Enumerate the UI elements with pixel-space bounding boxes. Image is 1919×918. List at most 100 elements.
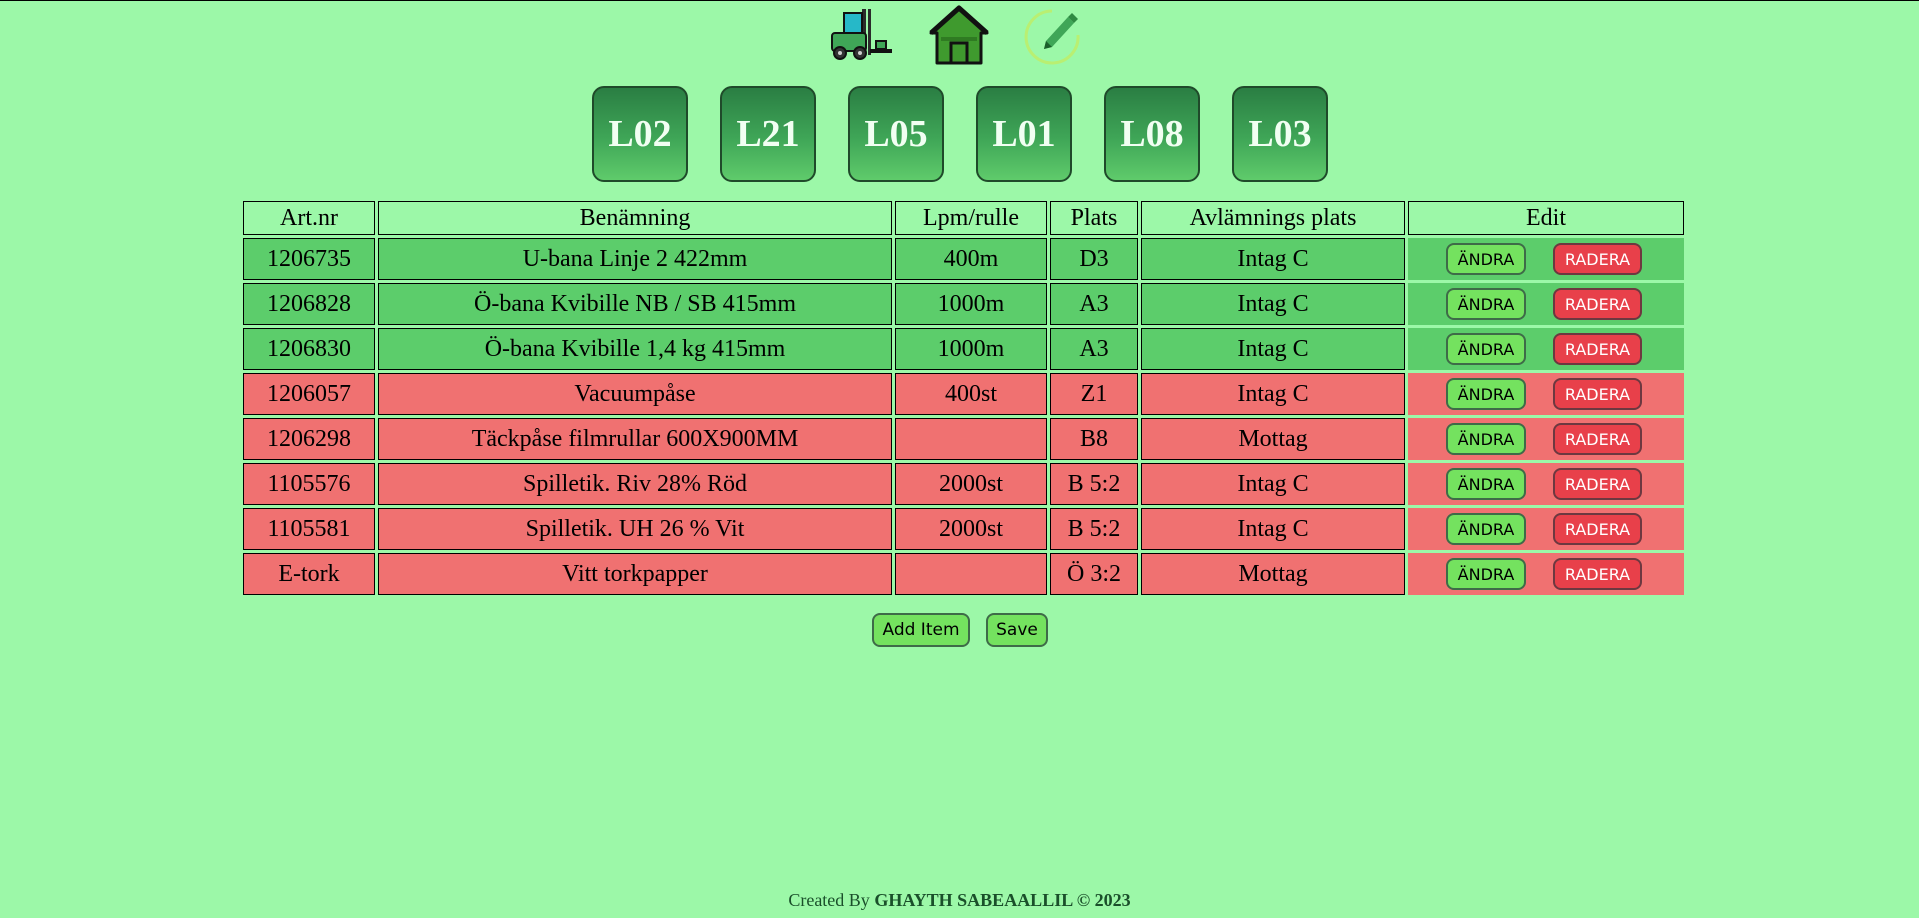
cell-edit: ÄNDRA RADERA (1408, 418, 1684, 460)
cell-plats: B 5:2 (1050, 508, 1138, 550)
cell-plats: B 5:2 (1050, 463, 1138, 505)
cell-plats: Z1 (1050, 373, 1138, 415)
edit-row-button[interactable]: ÄNDRA (1446, 468, 1526, 500)
cell-art-nr: 1206828 (243, 283, 375, 325)
table-row: 1105581 Spilletik. UH 26 % Vit 2000st B 5:2… (243, 508, 1684, 550)
row-actions: ÄNDRA RADERA (1408, 284, 1684, 324)
edit-row-button[interactable]: ÄNDRA (1446, 243, 1526, 275)
delete-row-button[interactable]: RADERA (1553, 378, 1642, 410)
edit-row-button[interactable]: ÄNDRA (1446, 288, 1526, 320)
row-actions: ÄNDRA RADERA (1408, 509, 1684, 549)
cell-art-nr: 1105581 (243, 508, 375, 550)
cell-art-nr: 1206830 (243, 328, 375, 370)
cell-avlamnings-plats: Intag C (1141, 463, 1405, 505)
cell-lpm-rulle: 1000m (895, 283, 1047, 325)
cell-plats: A3 (1050, 283, 1138, 325)
cell-benamning: Vitt torkpapper (378, 553, 892, 595)
cell-benamning: U-bana Linje 2 422mm (378, 238, 892, 280)
footer: Created By GHAYTH SABEAALLIL © 2023 (0, 890, 1919, 911)
cell-avlamnings-plats: Mottag (1141, 418, 1405, 460)
cell-edit: ÄNDRA RADERA (1408, 553, 1684, 595)
header-edit: Edit (1408, 201, 1684, 235)
delete-row-button[interactable]: RADERA (1553, 558, 1642, 590)
cell-edit: ÄNDRA RADERA (1408, 508, 1684, 550)
row-actions: ÄNDRA RADERA (1408, 329, 1684, 369)
row-actions: ÄNDRA RADERA (1408, 374, 1684, 414)
cell-art-nr: 1105576 (243, 463, 375, 505)
header-plats: Plats (1050, 201, 1138, 235)
cell-edit: ÄNDRA RADERA (1408, 283, 1684, 325)
header-lpm-rulle: Lpm/rulle (895, 201, 1047, 235)
line-button-l01[interactable]: L01 (976, 86, 1072, 182)
line-button-l03[interactable]: L03 (1232, 86, 1328, 182)
delete-row-button[interactable]: RADERA (1553, 288, 1642, 320)
line-button-l05[interactable]: L05 (848, 86, 944, 182)
table-header-row: Art.nr Benämning Lpm/rulle Plats Avlämni… (243, 201, 1684, 235)
save-button[interactable]: Save (986, 613, 1048, 647)
cell-lpm-rulle: 400st (895, 373, 1047, 415)
row-actions: ÄNDRA RADERA (1408, 239, 1684, 279)
cell-art-nr: 1206057 (243, 373, 375, 415)
edit-row-button[interactable]: ÄNDRA (1446, 378, 1526, 410)
table-row: 1206830 Ö-bana Kvibille 1,4 kg 415mm 1000m… (243, 328, 1684, 370)
delete-row-button[interactable]: RADERA (1553, 333, 1642, 365)
cell-edit: ÄNDRA RADERA (1408, 373, 1684, 415)
cell-lpm-rulle: 2000st (895, 463, 1047, 505)
header-avlamnings-plats: Avlämnings plats (1141, 201, 1405, 235)
cell-art-nr: 1206735 (243, 238, 375, 280)
cell-lpm-rulle: 1000m (895, 328, 1047, 370)
cell-edit: ÄNDRA RADERA (1408, 328, 1684, 370)
footer-author: GHAYTH SABEAALLIL © 2023 (874, 890, 1131, 910)
cell-benamning: Ö-bana Kvibille NB / SB 415mm (378, 283, 892, 325)
line-button-l02[interactable]: L02 (592, 86, 688, 182)
row-actions: ÄNDRA RADERA (1408, 554, 1684, 594)
delete-row-button[interactable]: RADERA (1553, 243, 1642, 275)
line-button-l21[interactable]: L21 (720, 86, 816, 182)
delete-row-button[interactable]: RADERA (1553, 468, 1642, 500)
line-button-l08[interactable]: L08 (1104, 86, 1200, 182)
row-actions: ÄNDRA RADERA (1408, 464, 1684, 504)
table-row: 1206828 Ö-bana Kvibille NB / SB 415mm 1000… (243, 283, 1684, 325)
cell-art-nr: E-tork (243, 553, 375, 595)
inventory-table: Art.nr Benämning Lpm/rulle Plats Avlämni… (240, 198, 1687, 598)
table-body: 1206735 U-bana Linje 2 422mm 400m D3 Intag C… (243, 238, 1684, 595)
cell-plats: A3 (1050, 328, 1138, 370)
cell-benamning: Spilletik. Riv 28% Röd (378, 463, 892, 505)
forklift-icon[interactable] (830, 5, 894, 65)
add-item-button[interactable]: Add Item (872, 613, 970, 647)
cell-benamning: Vacuumpåse (378, 373, 892, 415)
cell-lpm-rulle: 2000st (895, 508, 1047, 550)
edit-row-button[interactable]: ÄNDRA (1446, 423, 1526, 455)
cell-avlamnings-plats: Mottag (1141, 553, 1405, 595)
table-row: 1206057 Vacuumpåse 400st Z1 Intag C ÄNDRA RADE… (243, 373, 1684, 415)
cell-avlamnings-plats: Intag C (1141, 238, 1405, 280)
cell-plats: Ö 3:2 (1050, 553, 1138, 595)
table-row: 1105576 Spilletik. Riv 28% Röd 2000st B 5:2… (243, 463, 1684, 505)
header-art-nr: Art.nr (243, 201, 375, 235)
table-row: E-tork Vitt torkpapper Ö 3:2 Mottag ÄNDRA RAD… (243, 553, 1684, 595)
header-benamning: Benämning (378, 201, 892, 235)
cell-plats: B8 (1050, 418, 1138, 460)
footer-prefix: Created By (788, 890, 875, 910)
cell-plats: D3 (1050, 238, 1138, 280)
edit-row-button[interactable]: ÄNDRA (1446, 333, 1526, 365)
pencil-edit-icon[interactable] (1022, 5, 1086, 65)
cell-lpm-rulle (895, 418, 1047, 460)
table-row: 1206298 Täckpåse filmrullar 600X900MM B8 Mo… (243, 418, 1684, 460)
edit-row-button[interactable]: ÄNDRA (1446, 513, 1526, 545)
cell-avlamnings-plats: Intag C (1141, 508, 1405, 550)
cell-benamning: Ö-bana Kvibille 1,4 kg 415mm (378, 328, 892, 370)
cell-art-nr: 1206298 (243, 418, 375, 460)
top-nav (0, 5, 1919, 65)
home-icon[interactable] (927, 5, 991, 65)
delete-row-button[interactable]: RADERA (1553, 423, 1642, 455)
edit-row-button[interactable]: ÄNDRA (1446, 558, 1526, 590)
cell-edit: ÄNDRA RADERA (1408, 238, 1684, 280)
cell-benamning: Spilletik. UH 26 % Vit (378, 508, 892, 550)
cell-benamning: Täckpåse filmrullar 600X900MM (378, 418, 892, 460)
cell-avlamnings-plats: Intag C (1141, 283, 1405, 325)
cell-avlamnings-plats: Intag C (1141, 328, 1405, 370)
delete-row-button[interactable]: RADERA (1553, 513, 1642, 545)
table-row: 1206735 U-bana Linje 2 422mm 400m D3 Intag C… (243, 238, 1684, 280)
row-actions: ÄNDRA RADERA (1408, 419, 1684, 459)
